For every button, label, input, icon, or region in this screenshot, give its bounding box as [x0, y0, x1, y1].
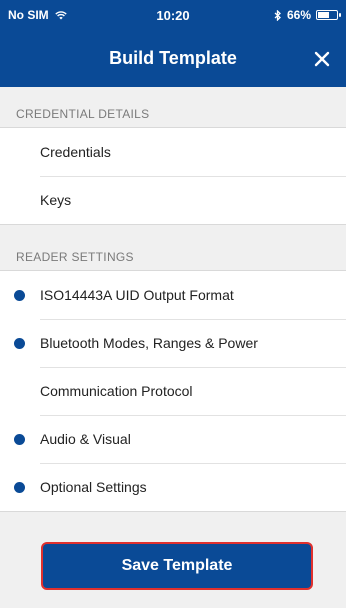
- list-item-label: Keys: [40, 192, 72, 208]
- list-item-audio-visual[interactable]: Audio & Visual: [0, 415, 346, 463]
- nav-bar: Build Template: [0, 32, 346, 87]
- page-title: Build Template: [109, 48, 237, 68]
- status-dot-icon: [14, 290, 25, 301]
- status-dot-icon: [14, 434, 25, 445]
- list-item-label: Optional Settings: [40, 479, 147, 495]
- battery-icon: [316, 10, 341, 20]
- save-template-button[interactable]: Save Template: [41, 542, 313, 590]
- list-item-iso14443a-uid-output-format[interactable]: ISO14443A UID Output Format: [0, 271, 346, 319]
- list-item-label: Credentials: [40, 144, 111, 160]
- bluetooth-icon: [274, 9, 281, 21]
- list-item-label: ISO14443A UID Output Format: [40, 287, 234, 303]
- status-dot-icon: [14, 482, 25, 493]
- section-header-credential-details: CREDENTIAL DETAILS: [16, 107, 150, 121]
- close-icon: [314, 51, 330, 67]
- status-bar: No SIM 10:20 66%: [0, 0, 346, 32]
- status-dot-icon: [14, 338, 25, 349]
- list-item-label: Bluetooth Modes, Ranges & Power: [40, 335, 258, 351]
- build-template-screen: No SIM 10:20 66% Build Template CREDENTI…: [0, 0, 346, 608]
- list-item-bluetooth-modes[interactable]: Bluetooth Modes, Ranges & Power: [0, 319, 346, 367]
- credential-details-list: Credentials Keys: [0, 127, 346, 225]
- list-item-label: Communication Protocol: [40, 383, 193, 399]
- battery-percent: 66%: [286, 8, 311, 22]
- battery-fill: [318, 12, 329, 18]
- list-item-communication-protocol[interactable]: Communication Protocol: [0, 367, 346, 415]
- close-button[interactable]: [304, 41, 340, 77]
- list-item-optional-settings[interactable]: Optional Settings: [0, 463, 346, 511]
- status-right-group: 66%: [274, 8, 341, 22]
- reader-settings-list: ISO14443A UID Output Format Bluetooth Mo…: [0, 270, 346, 512]
- section-header-reader-settings: READER SETTINGS: [16, 250, 134, 264]
- list-item-label: Audio & Visual: [40, 431, 131, 447]
- list-item-credentials[interactable]: Credentials: [0, 128, 346, 176]
- footer: Save Template: [0, 516, 346, 608]
- list-item-keys[interactable]: Keys: [0, 176, 346, 224]
